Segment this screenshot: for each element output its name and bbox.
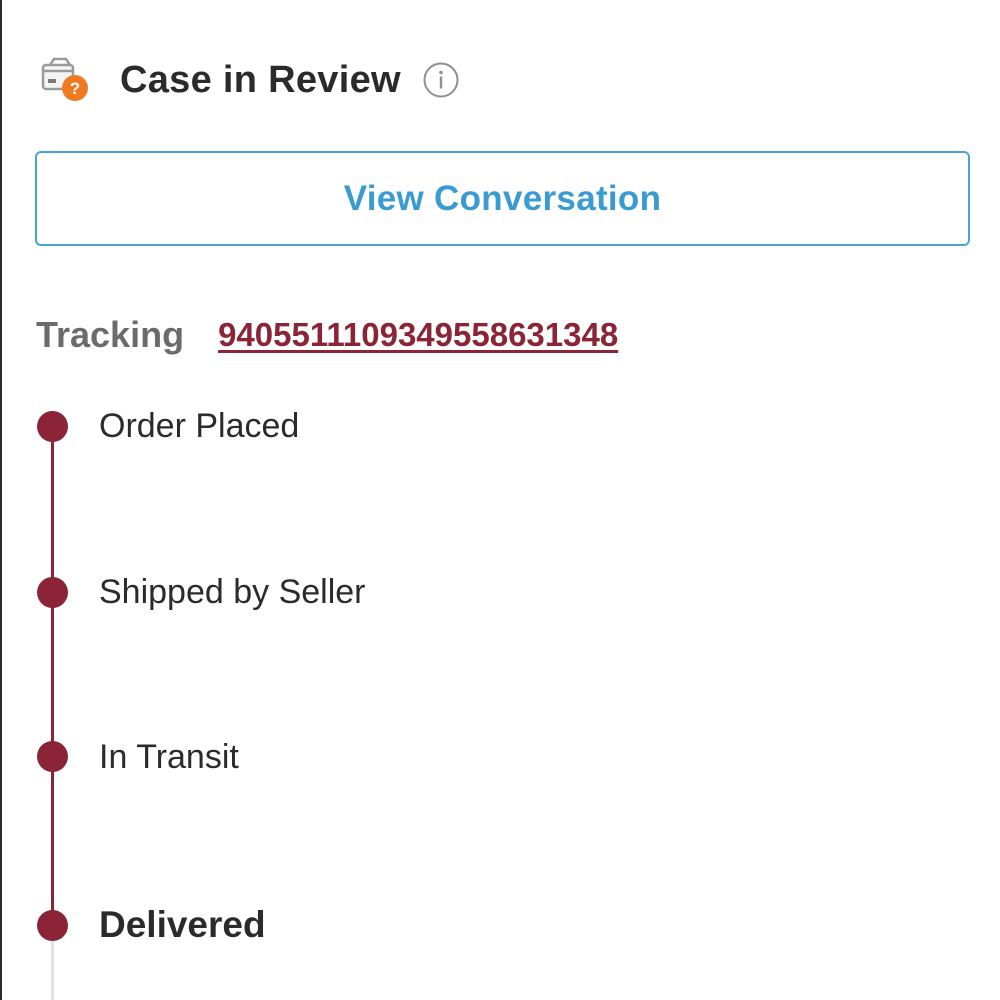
timeline-dot-shipped	[37, 577, 68, 608]
timeline-connector-remaining	[51, 925, 54, 1000]
info-icon[interactable]	[423, 62, 459, 98]
svg-text:?: ?	[70, 79, 80, 98]
tracking-number-link[interactable]: 9405511109349558631348	[218, 316, 618, 354]
case-status-title: Case in Review	[120, 58, 401, 101]
timeline-step-delivered: Delivered	[99, 904, 266, 945]
case-header: ? Case in Review	[40, 52, 459, 108]
timeline-step-in-transit: In Transit	[99, 738, 239, 776]
view-conversation-label: View Conversation	[343, 178, 662, 218]
timeline-dot-in-transit	[37, 741, 68, 772]
timeline-step-order-placed: Order Placed	[99, 407, 300, 445]
shipment-timeline: Order Placed Shipped by Seller In Transi…	[2, 0, 1000, 1000]
timeline-dot-order-placed	[37, 411, 68, 442]
timeline-connector	[51, 427, 54, 925]
case-detail-panel: ? Case in Review View Conversation Track…	[0, 0, 1000, 1000]
view-conversation-button[interactable]: View Conversation	[35, 151, 970, 246]
timeline-step-shipped: Shipped by Seller	[99, 573, 366, 611]
timeline-dot-delivered	[37, 910, 68, 941]
tracking-row: Tracking 9405511109349558631348	[36, 310, 618, 360]
tracking-label: Tracking	[36, 314, 185, 355]
package-question-icon: ?	[40, 57, 92, 103]
